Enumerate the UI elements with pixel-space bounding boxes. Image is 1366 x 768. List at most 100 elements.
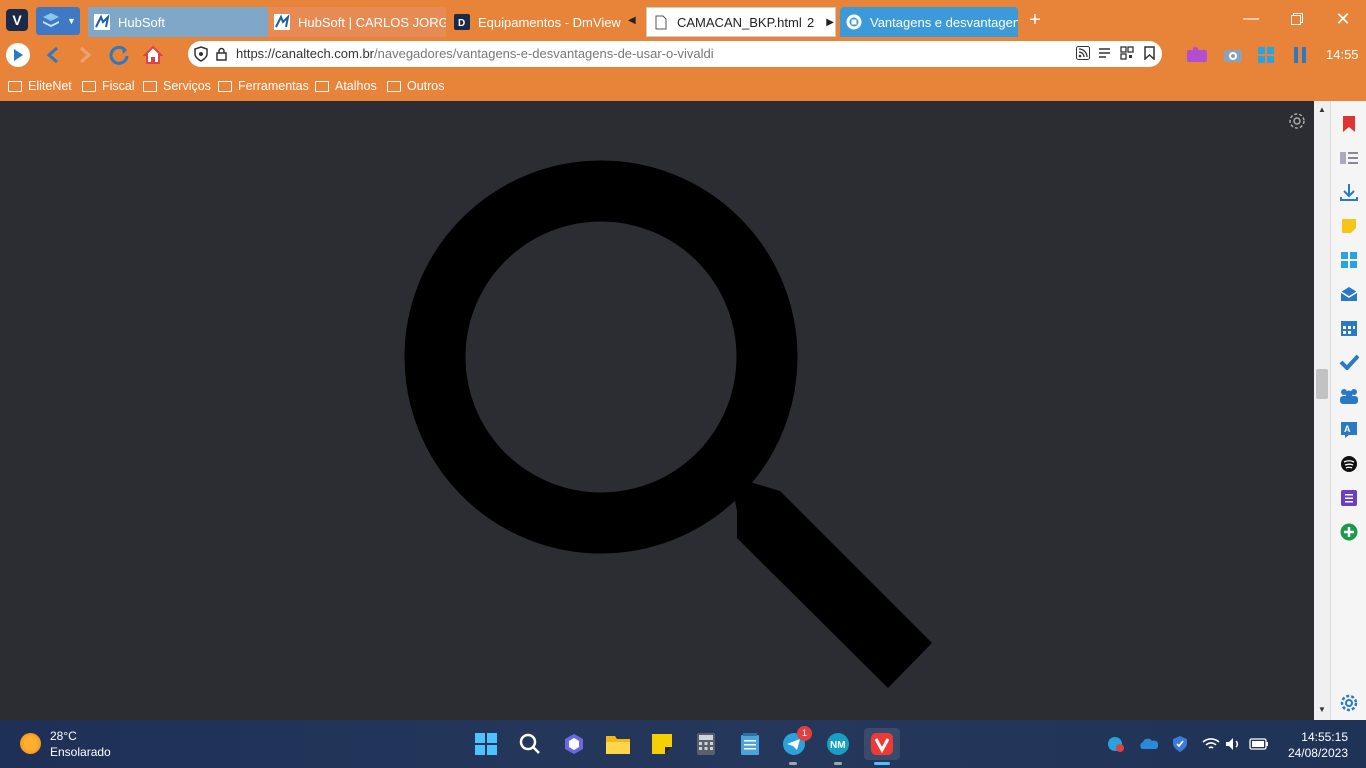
- bookmark-label: Fiscal: [102, 79, 135, 93]
- downloads-icon[interactable]: [1339, 182, 1359, 202]
- folder-icon: [315, 80, 329, 92]
- search-icon: [404, 160, 932, 688]
- taskbar-time: 14:55:15: [1301, 730, 1348, 744]
- bookmark-folder-atalhos[interactable]: Atalhos: [315, 78, 377, 94]
- tab-stack-next-icon[interactable]: ▶: [826, 17, 834, 28]
- vivaldi-panel-icon[interactable]: [3, 40, 33, 70]
- tiling-icon[interactable]: [1251, 40, 1281, 70]
- bookmark-label: Serviços: [163, 79, 211, 93]
- folder-icon: [82, 80, 96, 92]
- minimize-button[interactable]: —: [1228, 0, 1274, 38]
- lock-icon: [216, 47, 227, 64]
- bookmark-folder-servicos[interactable]: Serviços: [143, 78, 211, 94]
- url-path: /navegadores/vantagens-e-desvantagens-de…: [374, 46, 714, 61]
- bookmark-folder-elitenet[interactable]: EliteNet: [8, 78, 72, 94]
- close-window-button[interactable]: ✕: [1320, 0, 1366, 38]
- page-content: [0, 101, 1314, 720]
- scroll-down-icon[interactable]: ▼: [1318, 705, 1326, 714]
- bookmark-page-icon[interactable]: [1144, 46, 1155, 63]
- folder-icon: [218, 80, 232, 92]
- window-panel-icon[interactable]: [1339, 250, 1359, 270]
- file-explorer-icon[interactable]: [602, 728, 634, 760]
- bookmark-label: Atalhos: [335, 79, 377, 93]
- bookmark-folder-fiscal[interactable]: Fiscal: [82, 78, 135, 94]
- tab-stack-prev-icon[interactable]: ◀: [628, 15, 636, 26]
- running-indicator: [834, 762, 842, 765]
- tasks-checkmark-icon[interactable]: [1339, 352, 1359, 372]
- taskbar-clock[interactable]: 14:55:15 24/08/2023: [1280, 729, 1348, 761]
- tab-title: HubSoft: [118, 14, 165, 30]
- tab-hubsoft-carlos[interactable]: HubSoft | CARLOS JORGE L: [268, 7, 446, 37]
- bookmark-folder-ferramentas[interactable]: Ferramentas: [218, 78, 309, 94]
- weather-widget[interactable]: 28°C Ensolarado: [20, 728, 120, 760]
- sun-icon: [20, 733, 41, 754]
- tab-equipamentos[interactable]: D Equipamentos - DmView: [448, 7, 624, 37]
- workspaces-icon[interactable]: ▼: [36, 7, 80, 35]
- extension-puzzle-icon[interactable]: [1182, 40, 1212, 70]
- folder-icon: [8, 80, 22, 92]
- scroll-thumb[interactable]: [1316, 369, 1328, 399]
- add-web-panel-icon[interactable]: [1339, 522, 1359, 542]
- translate-icon[interactable]: A: [1339, 420, 1359, 440]
- new-tab-button[interactable]: +: [1024, 9, 1046, 31]
- vivaldi-menu-icon[interactable]: V: [6, 9, 28, 31]
- svg-text:NM: NM: [830, 740, 846, 751]
- onedrive-icon[interactable]: [1133, 728, 1163, 760]
- bookmark-label: EliteNet: [28, 79, 72, 93]
- notes-icon[interactable]: [1339, 216, 1359, 236]
- back-icon[interactable]: [38, 40, 68, 70]
- vivaldi-taskbar-icon[interactable]: [864, 728, 900, 760]
- bookmarks-panel-icon[interactable]: [1339, 114, 1359, 134]
- site-info-icon[interactable]: [194, 46, 208, 65]
- page-scrollbar[interactable]: ▲ ▼: [1314, 101, 1330, 720]
- weather-temp: 28°C: [50, 729, 77, 743]
- hubsoft-icon: [94, 14, 110, 30]
- calendar-icon[interactable]: [1339, 318, 1359, 338]
- tab-stack-count: 2: [807, 14, 815, 30]
- reading-list-icon[interactable]: [1339, 148, 1359, 168]
- tab-camacan[interactable]: CAMACAN_BKP.html 2 ▶: [646, 7, 836, 37]
- rss-icon[interactable]: [1076, 46, 1090, 63]
- scroll-up-icon[interactable]: ▲: [1318, 105, 1326, 114]
- calculator-icon[interactable]: [690, 728, 722, 760]
- page-settings-icon[interactable]: [1288, 112, 1306, 135]
- tab-vantagens-active[interactable]: Vantagens e desvantagens: [840, 7, 1018, 37]
- tab-hubsoft[interactable]: HubSoft: [88, 7, 268, 37]
- url-domain: https://canaltech.com.br: [236, 46, 375, 61]
- reader-view-icon[interactable]: [1098, 47, 1111, 62]
- forms-list-icon[interactable]: [1339, 488, 1359, 508]
- screenshot-icon[interactable]: [1218, 40, 1248, 70]
- search-taskbar-icon[interactable]: [514, 728, 546, 760]
- tab-title: Equipamentos - DmView: [478, 14, 621, 30]
- teams-icon[interactable]: [1339, 386, 1359, 406]
- weather-desc: Ensolarado: [50, 745, 111, 759]
- panel-settings-icon[interactable]: [1339, 693, 1359, 713]
- reload-icon[interactable]: [104, 40, 134, 70]
- spotify-icon[interactable]: [1339, 454, 1359, 474]
- browser-clock: 14:55: [1326, 47, 1359, 62]
- copilot-icon[interactable]: [558, 728, 590, 760]
- svg-text:D: D: [458, 18, 465, 29]
- restore-button[interactable]: [1274, 0, 1320, 38]
- bookmark-folder-outros[interactable]: Outros: [387, 78, 445, 94]
- notepad-icon[interactable]: [734, 728, 766, 760]
- tray-telegram-icon[interactable]: [1100, 728, 1130, 760]
- sticky-notes-icon[interactable]: [646, 728, 678, 760]
- forward-icon[interactable]: [70, 40, 100, 70]
- address-field[interactable]: https://canaltech.com.br/navegadores/van…: [188, 41, 1162, 67]
- svg-text:A: A: [1344, 424, 1351, 434]
- tab-title: CAMACAN_BKP.html: [677, 14, 801, 30]
- windows-taskbar: 28°C Ensolarado 1 NM 14:55:15 24/08/2023: [0, 720, 1366, 768]
- telegram-icon[interactable]: 1: [778, 726, 812, 760]
- pause-icon[interactable]: [1285, 40, 1315, 70]
- start-icon[interactable]: [470, 728, 502, 760]
- folder-icon: [143, 80, 157, 92]
- home-icon[interactable]: [138, 40, 168, 70]
- network-monitor-icon[interactable]: NM: [822, 728, 854, 760]
- security-shield-icon[interactable]: [1165, 728, 1195, 760]
- battery-icon[interactable]: [1244, 728, 1274, 760]
- mail-icon[interactable]: [1339, 284, 1359, 304]
- tab-title: Vantagens e desvantagens: [870, 14, 1018, 30]
- telegram-badge: 1: [797, 726, 812, 741]
- qr-code-icon[interactable]: [1120, 46, 1134, 63]
